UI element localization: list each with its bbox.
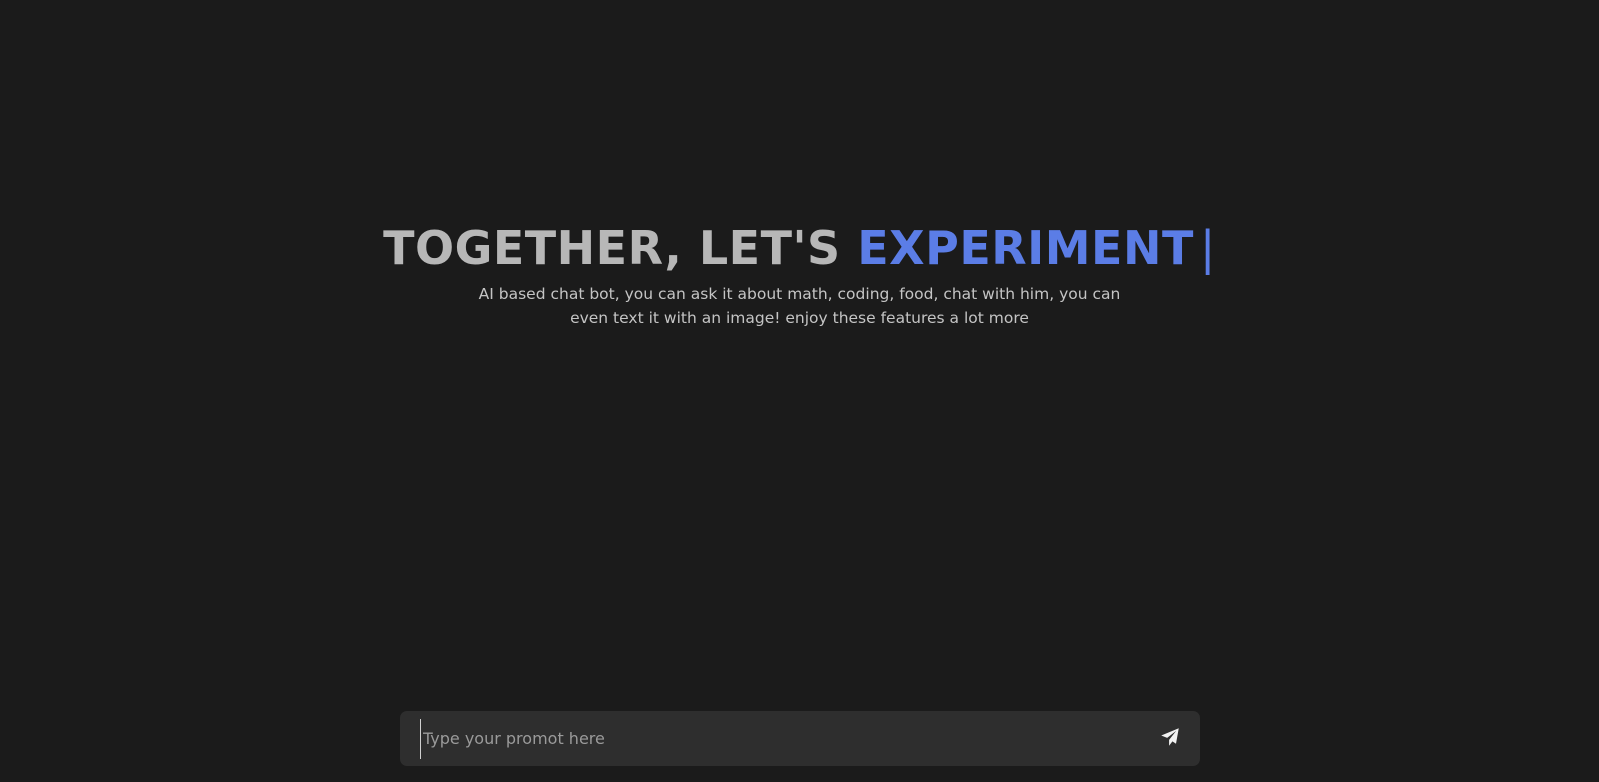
hero-section: TOGETHER, LET'S EXPERIMENT | AI based cha… bbox=[0, 218, 1599, 330]
page: TOGETHER, LET'S EXPERIMENT | AI based cha… bbox=[0, 0, 1599, 782]
prompt-composer bbox=[400, 711, 1200, 766]
headline-accent: EXPERIMENT bbox=[857, 221, 1194, 275]
hero-subtitle: AI based chat bot, you can ask it about … bbox=[478, 285, 1121, 327]
typing-cursor: | bbox=[1199, 221, 1216, 275]
headline: TOGETHER, LET'S EXPERIMENT | bbox=[0, 218, 1599, 278]
prompt-input[interactable] bbox=[420, 718, 1156, 759]
send-button[interactable] bbox=[1156, 725, 1184, 753]
headline-lead: TOGETHER, LET'S bbox=[383, 221, 858, 275]
paper-plane-icon bbox=[1160, 727, 1180, 750]
